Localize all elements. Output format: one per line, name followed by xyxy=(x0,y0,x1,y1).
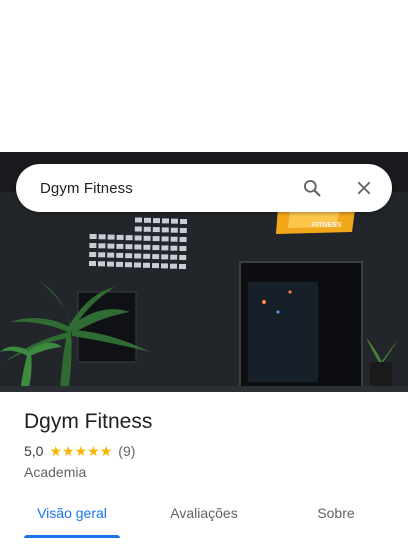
led-tile xyxy=(152,245,160,251)
led-tile xyxy=(143,253,151,259)
led-tile xyxy=(179,228,187,233)
led-tile xyxy=(152,236,160,242)
led-tile xyxy=(89,252,97,257)
led-tile xyxy=(134,262,141,268)
led-tile xyxy=(116,234,124,240)
star-icon: ★ xyxy=(62,443,75,459)
review-count[interactable]: (9) xyxy=(118,443,135,459)
led-tile xyxy=(170,227,178,233)
led-tile xyxy=(89,234,97,239)
led-tile xyxy=(161,263,168,269)
star-icon: ★ xyxy=(49,443,63,459)
close-button[interactable] xyxy=(344,168,384,208)
led-tile xyxy=(152,263,159,269)
active-tab-indicator xyxy=(24,535,120,538)
led-tile xyxy=(170,245,178,251)
place-name: Dgym Fitness xyxy=(24,410,153,433)
tab-label: Sobre xyxy=(317,505,355,521)
led-tile xyxy=(161,227,169,233)
led-tile xyxy=(170,236,178,242)
search-query[interactable]: Dgym Fitness xyxy=(40,180,292,197)
led-tile xyxy=(143,226,151,232)
led-tile xyxy=(152,227,160,233)
led-tile xyxy=(134,226,142,232)
led-tile xyxy=(179,264,186,269)
led-tile xyxy=(143,244,151,250)
tab-overview[interactable]: Visão geral xyxy=(0,494,144,544)
tab-about[interactable]: Sobre xyxy=(264,494,408,544)
led-tile xyxy=(116,252,124,258)
close-icon xyxy=(355,179,373,197)
led-tile xyxy=(170,263,177,269)
led-tile xyxy=(134,235,142,241)
led-tile xyxy=(179,246,187,251)
led-tile xyxy=(153,218,160,224)
led-tile xyxy=(143,235,151,241)
led-tile xyxy=(143,262,150,268)
led-tile xyxy=(161,236,169,242)
led-tile xyxy=(170,254,178,260)
led-tile xyxy=(89,243,97,248)
led-tile xyxy=(98,234,106,240)
led-tile xyxy=(125,262,132,268)
led-tile xyxy=(152,254,160,260)
led-tile xyxy=(135,217,142,223)
led-tile xyxy=(107,243,115,249)
led-tile xyxy=(107,261,114,267)
search-button[interactable] xyxy=(292,168,332,208)
led-tile xyxy=(134,253,142,259)
tab-label: Avaliações xyxy=(170,505,238,521)
led-tile xyxy=(116,261,123,267)
led-tile xyxy=(125,235,133,241)
led-tile xyxy=(180,219,187,224)
led-tile xyxy=(179,237,187,242)
led-tile xyxy=(125,244,133,250)
star-icon: ★ xyxy=(74,443,88,459)
led-tile xyxy=(98,243,106,249)
search-icon xyxy=(302,178,322,198)
led-tile xyxy=(171,218,178,224)
led-tile xyxy=(89,261,96,266)
search-bar[interactable]: Dgym Fitness xyxy=(16,164,392,212)
star-icon: ★ xyxy=(87,443,100,459)
place-category[interactable]: Academia xyxy=(24,464,384,480)
led-tile xyxy=(144,217,151,223)
led-tile xyxy=(125,253,133,259)
place-tabs: Visão geral Avaliações Sobre xyxy=(0,494,408,544)
led-tile xyxy=(107,252,115,258)
place-info: Dgym Fitness 5,0 ★ ★ ★ ★ ★ (9) Academia xyxy=(24,408,384,480)
led-tile xyxy=(134,244,142,250)
rating-row[interactable]: 5,0 ★ ★ ★ ★ ★ (9) xyxy=(24,442,384,460)
led-tile xyxy=(98,261,105,267)
led-tile xyxy=(107,234,115,240)
sign-text: FITNESS xyxy=(312,222,342,229)
tab-reviews[interactable]: Avaliações xyxy=(144,494,264,544)
rating-value: 5,0 xyxy=(24,443,44,459)
led-tile xyxy=(179,255,187,260)
led-tile xyxy=(98,252,106,258)
tab-label: Visão geral xyxy=(37,505,107,521)
led-tile xyxy=(162,218,169,224)
star-rating: ★ ★ ★ ★ ★ xyxy=(49,444,112,458)
star-icon: ★ xyxy=(99,443,113,459)
led-tile xyxy=(161,254,169,260)
led-tile xyxy=(161,245,169,251)
led-tile xyxy=(116,243,124,249)
